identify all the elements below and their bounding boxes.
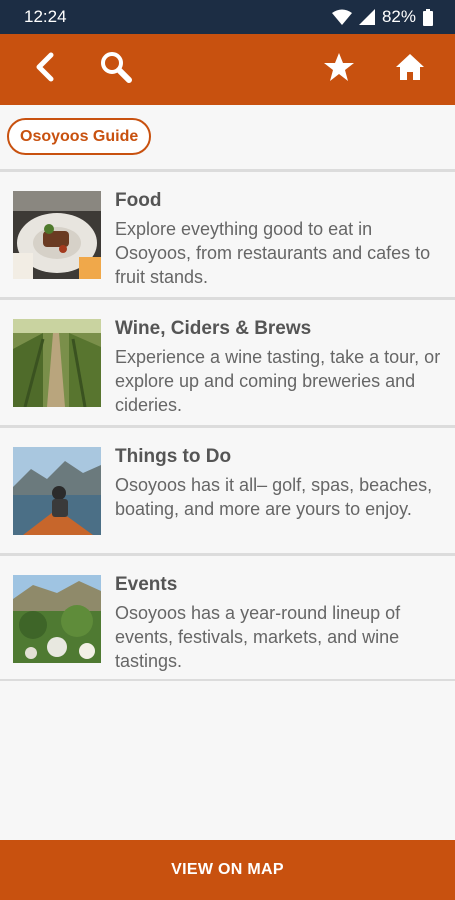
things-to-do-thumbnail [13, 447, 101, 535]
item-description: Experience a wine tasting, take a tour, … [115, 347, 441, 415]
status-time: 12:24 [24, 7, 67, 26]
back-icon [31, 51, 57, 88]
item-description: Explore eveything good to eat in Osoyoos… [115, 219, 431, 287]
search-button[interactable] [86, 34, 146, 105]
events-thumbnail [13, 575, 101, 663]
item-title: Wine, Ciders & Brews [115, 318, 312, 339]
battery-percent: 82% [381, 7, 416, 26]
favorite-button[interactable] [309, 34, 369, 105]
item-description: Osoyoos has a year-round lineup of event… [115, 603, 401, 671]
wifi-icon [331, 9, 352, 25]
view-on-map-button[interactable]: VIEW ON MAP [0, 840, 455, 900]
battery-icon [423, 8, 433, 26]
breadcrumb-row: Osoyoos Guide [0, 105, 455, 169]
category-list: Food Explore eveything good to eat in Os… [0, 169, 455, 681]
home-button[interactable] [380, 34, 440, 105]
status-icons: 82% [331, 7, 433, 27]
list-item-food[interactable]: Food Explore eveything good to eat in Os… [0, 169, 455, 297]
signal-icon [358, 9, 375, 25]
list-item-things-to-do[interactable]: Things to Do Osoyoos has it all– golf, s… [0, 425, 455, 553]
list-item-events[interactable]: Events Osoyoos has a year-round lineup o… [0, 553, 455, 681]
item-title: Events [115, 574, 178, 595]
app-bar [0, 34, 455, 105]
food-thumbnail [13, 191, 101, 279]
item-description: Osoyoos has it all– golf, spas, beaches,… [115, 475, 433, 519]
status-bar: 12:24 82% [0, 0, 455, 34]
item-title: Food [115, 190, 162, 211]
home-icon [395, 53, 425, 86]
wine-thumbnail [13, 319, 101, 407]
search-icon [99, 50, 133, 89]
star-icon [323, 52, 355, 87]
back-button[interactable] [14, 34, 74, 105]
list-item-wine[interactable]: Wine, Ciders & Brews Experience a wine t… [0, 297, 455, 425]
breadcrumb-chip[interactable]: Osoyoos Guide [7, 118, 152, 155]
item-title: Things to Do [115, 446, 232, 467]
